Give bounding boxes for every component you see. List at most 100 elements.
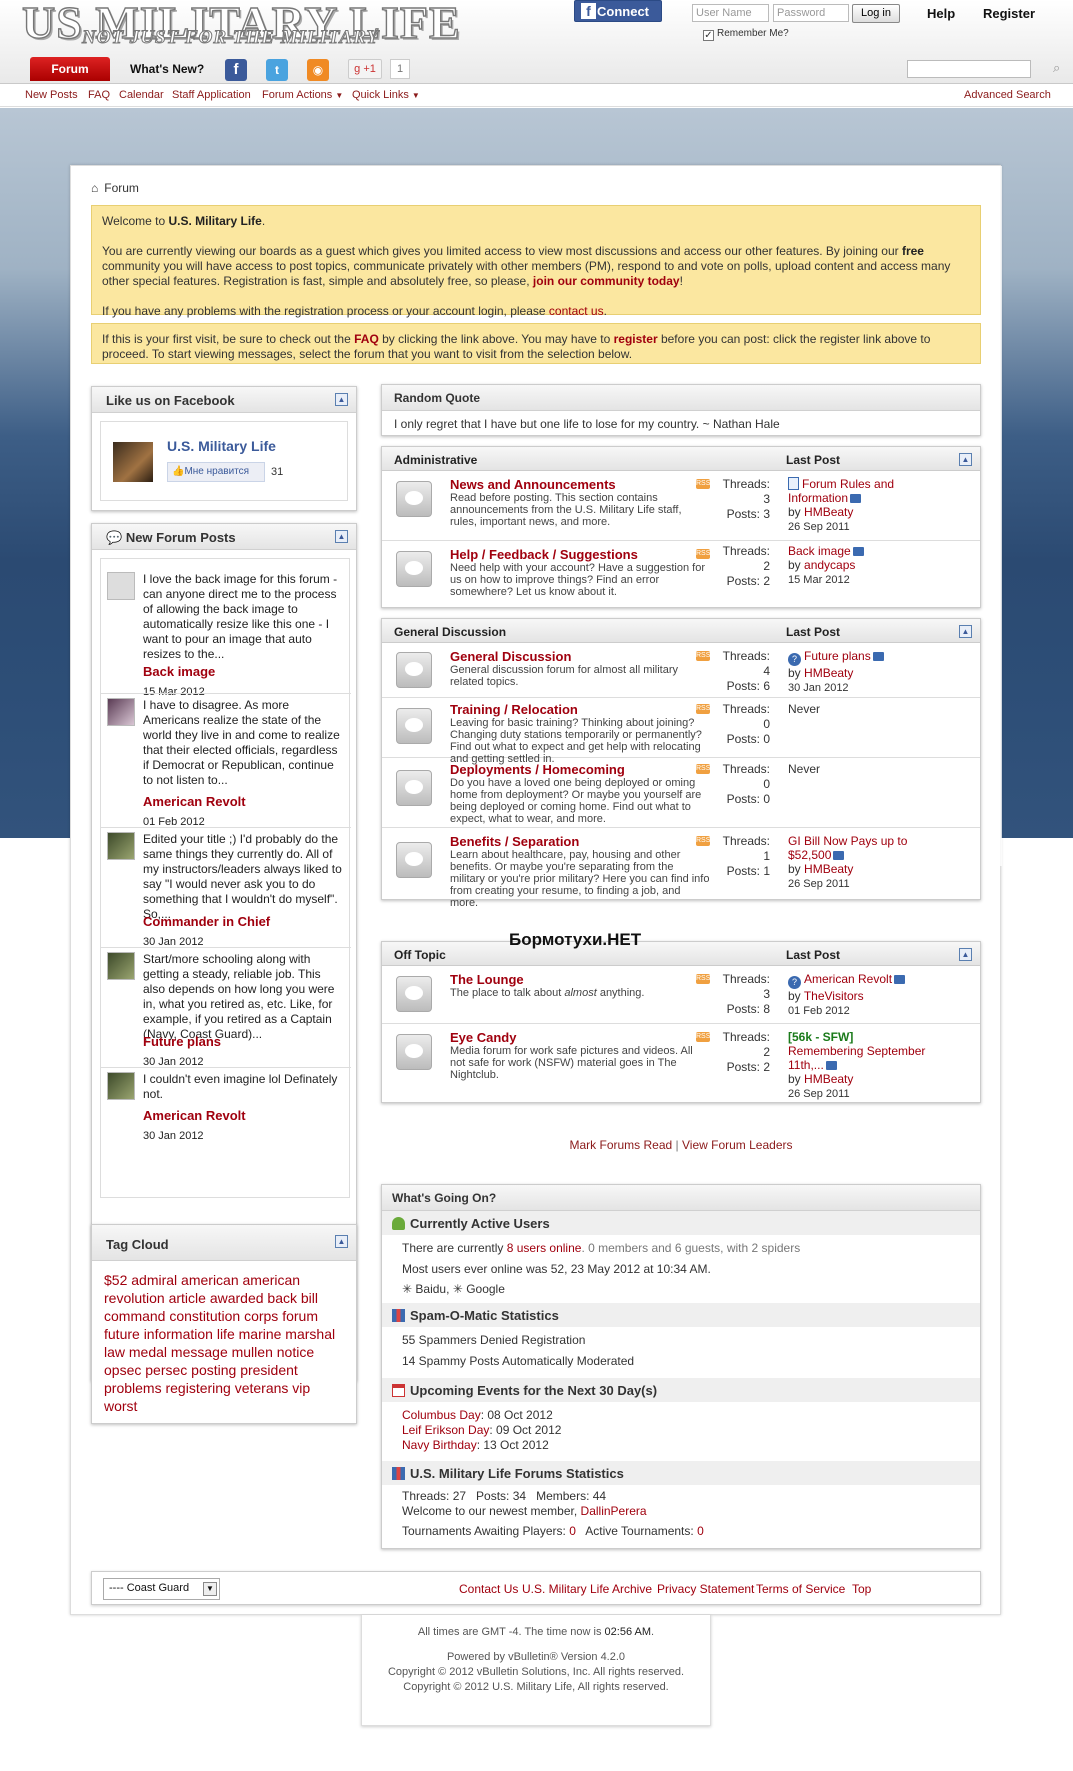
forum-status-icon[interactable]: [396, 481, 432, 517]
login-button[interactable]: Log in: [852, 4, 900, 23]
help-link[interactable]: Help: [927, 6, 955, 21]
last-post-user-link[interactable]: HMBeaty: [804, 1072, 853, 1086]
forum-status-icon[interactable]: [396, 770, 432, 806]
footer-privacy-link[interactable]: Privacy Statement: [657, 1582, 754, 1596]
rss-icon[interactable]: RSS: [696, 704, 710, 714]
forum-title-link[interactable]: Help / Feedback / Suggestions: [450, 547, 638, 562]
forum-title-link[interactable]: News and Announcements: [450, 477, 616, 492]
last-post-title-link[interactable]: American Revolt: [804, 972, 892, 986]
quick-links-menu[interactable]: Quick Links ▼: [352, 89, 420, 101]
advanced-search-link[interactable]: Advanced Search: [964, 89, 1051, 101]
last-post-user-link[interactable]: HMBeaty: [804, 666, 853, 680]
twitter-icon[interactable]: t: [266, 59, 288, 81]
rss-icon[interactable]: RSS: [696, 479, 710, 489]
go-to-post-icon[interactable]: [894, 975, 906, 984]
facebook-connect-button[interactable]: f Connect: [574, 0, 662, 22]
go-to-post-icon[interactable]: [825, 1061, 837, 1070]
post-title-link[interactable]: Future plans: [143, 1034, 221, 1049]
go-to-post-icon[interactable]: [872, 652, 884, 661]
style-chooser-select[interactable]: ---- Coast Guard ▼: [103, 1578, 220, 1600]
last-post-title-link[interactable]: Remembering September 11th,...: [788, 1044, 925, 1072]
event-link[interactable]: Leif Erikson Day: [402, 1423, 489, 1437]
register-notice-link[interactable]: register: [614, 332, 658, 346]
footer-tos-link[interactable]: Terms of Service: [756, 1582, 845, 1596]
last-post-title-link[interactable]: Forum Rules and Information: [788, 477, 894, 505]
go-to-post-icon[interactable]: [852, 547, 864, 556]
forum-actions-menu[interactable]: Forum Actions ▼: [262, 89, 343, 101]
event-link[interactable]: Columbus Day: [402, 1408, 481, 1422]
last-post-user-link[interactable]: HMBeaty: [804, 505, 853, 519]
collapse-icon[interactable]: ▲: [959, 453, 972, 466]
forum-status-icon[interactable]: [396, 652, 432, 688]
join-community-link[interactable]: join our community today: [533, 274, 680, 288]
footer-contact-link[interactable]: Contact Us: [459, 1582, 518, 1596]
forum-title-link[interactable]: Deployments / Homecoming: [450, 762, 625, 777]
facebook-page-avatar[interactable]: [113, 442, 153, 482]
faq-link[interactable]: FAQ: [88, 89, 110, 101]
new-posts-link[interactable]: New Posts: [25, 89, 78, 101]
footer-site-link[interactable]: U.S. Military Life: [522, 1582, 609, 1596]
home-icon[interactable]: ⌂: [91, 181, 98, 195]
newest-member-link[interactable]: DallinPerera: [581, 1504, 647, 1518]
event-link[interactable]: Navy Birthday: [402, 1438, 477, 1452]
facebook-icon[interactable]: f: [225, 59, 247, 81]
tab-forum[interactable]: Forum: [30, 57, 110, 81]
last-post-user-link[interactable]: HMBeaty: [804, 862, 853, 876]
remember-me-checkbox[interactable]: ✓ Remember Me?: [703, 28, 789, 41]
rss-icon[interactable]: RSS: [696, 549, 710, 559]
forum-title-link[interactable]: The Lounge: [450, 972, 524, 987]
avatar[interactable]: [107, 572, 135, 600]
collapse-icon[interactable]: ▲: [335, 393, 348, 406]
post-title-link[interactable]: American Revolt: [143, 1108, 246, 1123]
rss-icon[interactable]: RSS: [696, 1032, 710, 1042]
forum-title-link[interactable]: Eye Candy: [450, 1030, 516, 1045]
forum-title-link[interactable]: General Discussion: [450, 649, 571, 664]
rss-icon[interactable]: RSS: [696, 764, 710, 774]
avatar[interactable]: [107, 832, 135, 860]
calendar-link[interactable]: Calendar: [119, 89, 164, 101]
password-input[interactable]: Password: [773, 4, 849, 22]
avatar[interactable]: [107, 952, 135, 980]
go-to-post-icon[interactable]: [833, 851, 845, 860]
users-online-link[interactable]: 8 users online: [507, 1241, 582, 1255]
register-link[interactable]: Register: [983, 6, 1035, 21]
tab-whats-new[interactable]: What's New?: [130, 62, 204, 76]
last-post-title-link[interactable]: Future plans: [804, 649, 871, 663]
forum-title-link[interactable]: Benefits / Separation: [450, 834, 579, 849]
active-tournaments-count[interactable]: 0: [697, 1524, 704, 1538]
footer-archive-link[interactable]: Archive: [612, 1582, 652, 1596]
post-title-link[interactable]: Back image: [143, 664, 215, 679]
post-title-link[interactable]: American Revolt: [143, 794, 246, 809]
go-to-post-icon[interactable]: [850, 494, 862, 503]
breadcrumb-forum[interactable]: Forum: [104, 181, 139, 195]
thread-prefix[interactable]: [56k - SFW]: [788, 1030, 853, 1044]
post-title-link[interactable]: Commander in Chief: [143, 914, 270, 929]
collapse-icon[interactable]: ▲: [335, 530, 348, 543]
forum-status-icon[interactable]: [396, 708, 432, 744]
contact-us-link[interactable]: contact us: [549, 304, 604, 318]
collapse-icon[interactable]: ▲: [959, 948, 972, 961]
rss-icon[interactable]: RSS: [696, 651, 710, 661]
last-post-user-link[interactable]: TheVisitors: [804, 989, 864, 1003]
last-post-user-link[interactable]: andycaps: [804, 558, 855, 572]
avatar[interactable]: [107, 1072, 135, 1100]
view-forum-leaders-link[interactable]: View Forum Leaders: [682, 1138, 793, 1152]
forum-status-icon[interactable]: [396, 551, 432, 587]
rss-icon[interactable]: RSS: [696, 836, 710, 846]
tag-cloud-links[interactable]: $52 admiral american american revolution…: [104, 1271, 344, 1415]
facebook-like-button[interactable]: 👍Мне нравится: [167, 462, 265, 482]
faq-notice-link[interactable]: FAQ: [354, 332, 379, 346]
rss-icon[interactable]: RSS: [696, 974, 710, 984]
forum-status-icon[interactable]: [396, 1034, 432, 1070]
avatar[interactable]: [107, 698, 135, 726]
last-post-title-link[interactable]: Back image: [788, 544, 851, 558]
facebook-page-name[interactable]: U.S. Military Life: [167, 438, 276, 454]
staff-application-link[interactable]: Staff Application: [172, 89, 251, 101]
forum-status-icon[interactable]: [396, 976, 432, 1012]
mark-forums-read-link[interactable]: Mark Forums Read: [569, 1138, 672, 1152]
tournaments-awaiting-count[interactable]: 0: [569, 1524, 576, 1538]
collapse-icon[interactable]: ▲: [959, 625, 972, 638]
rss-icon[interactable]: ◉: [307, 59, 329, 81]
username-input[interactable]: User Name: [692, 4, 769, 22]
last-post-title-link[interactable]: GI Bill Now Pays up to $52,500: [788, 834, 907, 862]
